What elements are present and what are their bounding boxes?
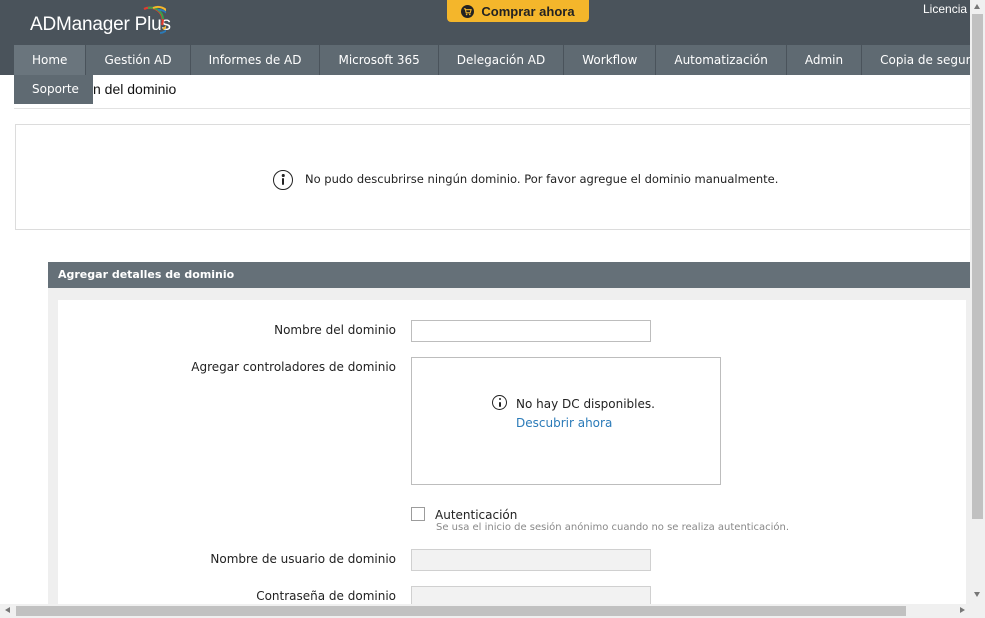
- section-header: Agregar detalles de dominio: [48, 262, 970, 288]
- no-dc-text: No hay DC disponibles.: [516, 397, 655, 411]
- domain-name-label: Nombre del dominio: [274, 323, 396, 337]
- buy-now-label: Comprar ahora: [481, 3, 575, 19]
- nav-item-delegacion-ad[interactable]: Delegación AD: [438, 45, 565, 75]
- main-nav: Home Gestión AD Informes de AD Microsoft…: [14, 45, 985, 75]
- scroll-up-icon[interactable]: [974, 4, 980, 9]
- domain-controllers-label: Agregar controladores de dominio: [191, 360, 396, 374]
- logo-arc-icon: [143, 5, 166, 34]
- buy-now-button[interactable]: Comprar ahora: [447, 0, 589, 22]
- scroll-left-icon[interactable]: [5, 607, 10, 613]
- nav-item-microsoft-365[interactable]: Microsoft 365: [320, 45, 439, 75]
- authentication-help-text: Se usa el inicio de sesión anónimo cuand…: [436, 522, 790, 533]
- info-icon: [273, 170, 293, 190]
- nav-item-workflow[interactable]: Workflow: [564, 45, 657, 75]
- domain-controllers-box: No hay DC disponibles. Descubrir ahora: [411, 357, 721, 485]
- authentication-label[interactable]: Autenticación: [435, 508, 517, 522]
- title-divider: [14, 108, 970, 109]
- domain-password-label: Contraseña de dominio: [256, 589, 396, 603]
- nav-item-informes-ad[interactable]: Informes de AD: [190, 45, 321, 75]
- nav-item-admin[interactable]: Admin: [786, 45, 863, 75]
- domain-username-input[interactable]: [411, 549, 651, 571]
- cart-icon: [461, 4, 475, 18]
- nav-item-home[interactable]: Home: [14, 45, 87, 75]
- info-message-text: No pudo descubrirse ningún dominio. Por …: [305, 172, 779, 186]
- page-title: n del dominio: [93, 81, 177, 97]
- info-icon: [492, 395, 507, 410]
- discover-now-link[interactable]: Descubrir ahora: [516, 416, 612, 430]
- scroll-down-icon[interactable]: [974, 592, 980, 597]
- scroll-right-icon[interactable]: [960, 607, 965, 613]
- authentication-checkbox[interactable]: [411, 507, 425, 521]
- domain-name-input[interactable]: [411, 320, 651, 342]
- info-message-box: No pudo descubrirse ningún dominio. Por …: [15, 124, 972, 230]
- nav-dropdown-soporte[interactable]: Soporte: [14, 75, 93, 104]
- license-link[interactable]: Licencia: [923, 2, 967, 16]
- horizontal-scrollbar-thumb[interactable]: [16, 606, 906, 616]
- domain-username-label: Nombre de usuario de dominio: [210, 552, 396, 566]
- vertical-scrollbar-thumb[interactable]: [972, 14, 983, 519]
- nav-item-automatizacion[interactable]: Automatización: [656, 45, 787, 75]
- nav-item-gestion-ad[interactable]: Gestión AD: [86, 45, 191, 75]
- nav-item-copia-seguridad[interactable]: Copia de seguridad: [862, 45, 985, 75]
